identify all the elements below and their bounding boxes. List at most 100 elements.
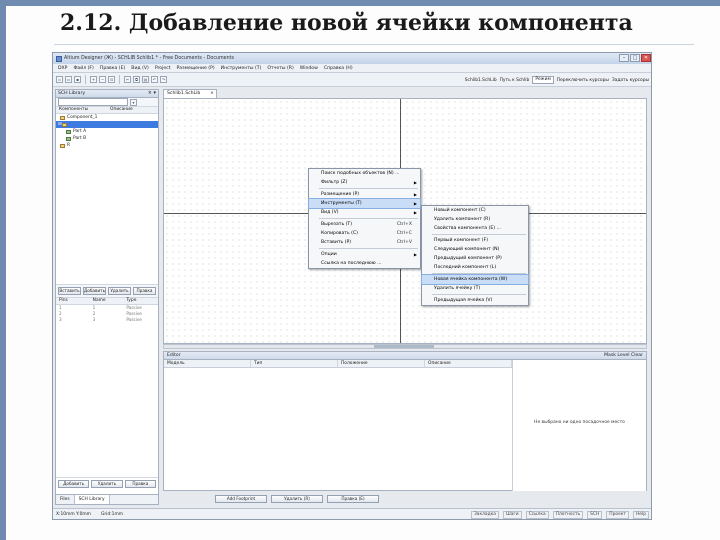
- tab-files[interactable]: Files: [56, 495, 75, 504]
- filter-dropdown-icon[interactable]: ▾: [130, 98, 137, 106]
- close-window-button[interactable]: ✕: [641, 54, 651, 62]
- menu-separator: [432, 234, 526, 235]
- context-menu-item-label: Копировать (C): [321, 231, 358, 236]
- submenu-item[interactable]: Последний компонент (L): [422, 263, 528, 272]
- horizontal-scrollbar[interactable]: [163, 344, 647, 349]
- document-tab[interactable]: Schlib1.SchLib ×: [163, 89, 217, 98]
- mask-level-button[interactable]: Mask Level: [604, 353, 629, 358]
- save-icon[interactable]: ▪: [74, 76, 81, 83]
- context-menu-item[interactable]: Вид (V) ▶: [309, 208, 420, 217]
- submenu-item[interactable]: Удалить компонент (R): [422, 215, 528, 224]
- add-pin-button[interactable]: Добавить: [58, 480, 90, 488]
- context-menu-item[interactable]: Инструменты (T) ▶: [308, 198, 421, 209]
- submenu-item-label: Последний компонент (L): [434, 265, 497, 270]
- clear-button[interactable]: Clear: [631, 353, 643, 358]
- context-menu-item-label: Вид (V): [321, 210, 339, 215]
- app-logo-icon: [56, 55, 62, 62]
- panel-header: SCH Library × ▾: [56, 90, 158, 98]
- context-menu-item[interactable]: Поиск подобных объектов (N) ...: [309, 169, 420, 178]
- column-description[interactable]: Описание: [107, 107, 158, 113]
- column-model-type[interactable]: Тип: [251, 360, 338, 367]
- delete-component-button[interactable]: Удалить: [108, 287, 131, 295]
- submenu-item[interactable]: Новая ячейка компонента (W): [421, 274, 529, 285]
- submenu-item[interactable]: Свойства компонента (E) ...: [422, 224, 528, 233]
- undo-icon[interactable]: ↶: [151, 76, 158, 83]
- maximize-button[interactable]: □: [630, 54, 640, 62]
- submenu-item[interactable]: Удалить ячейку (T): [422, 284, 528, 293]
- copy-icon[interactable]: ⧉: [133, 76, 140, 83]
- add-component-button[interactable]: Добавить: [83, 287, 106, 295]
- edit-pin-button[interactable]: Правка: [124, 480, 156, 488]
- context-menu-item[interactable]: Копировать (C) Ctrl+C: [309, 229, 420, 238]
- column-position[interactable]: Положение: [338, 360, 425, 367]
- minimize-button[interactable]: –: [619, 54, 629, 62]
- editor-header: Editor Mask Level Clear: [164, 352, 646, 360]
- menu-file[interactable]: Файл (F): [70, 66, 96, 71]
- context-menu-item[interactable]: Размещение (P) ▶: [309, 190, 420, 199]
- zoom-fit-icon[interactable]: ⊡: [108, 76, 115, 83]
- tab-sch-library[interactable]: SCH Library: [74, 495, 110, 504]
- status-sch[interactable]: SCH: [587, 511, 603, 519]
- context-menu-item[interactable]: Фильтр (Z) ▶: [309, 178, 420, 187]
- menu-window[interactable]: Window: [297, 66, 321, 71]
- new-document-icon[interactable]: ▫: [56, 76, 63, 83]
- submenu-item[interactable]: Предыдущий компонент (P): [422, 254, 528, 263]
- menu-reports[interactable]: Отчеты (R): [264, 66, 296, 71]
- column-model[interactable]: Модель: [164, 360, 251, 367]
- status-density[interactable]: Плотность: [552, 511, 584, 519]
- zoom-out-icon[interactable]: −: [99, 76, 106, 83]
- submenu-item[interactable]: Следующий компонент (N): [422, 245, 528, 254]
- context-menu-item[interactable]: Ссылка на последнюю ...: [309, 259, 420, 268]
- tree-item[interactable]: Part A: [56, 128, 158, 135]
- menu-edit[interactable]: Правка (E): [97, 66, 128, 71]
- menu-help[interactable]: Справка (H): [321, 66, 356, 71]
- library-path-label: Schlib1.SchLib: [464, 77, 497, 83]
- edit-model-button[interactable]: Правка (E): [327, 495, 379, 503]
- status-help[interactable]: Help: [632, 511, 649, 519]
- delete-pin-button[interactable]: Удалить: [91, 480, 123, 488]
- open-folder-icon[interactable]: ▭: [65, 76, 72, 83]
- menu-dxp[interactable]: DXP: [55, 66, 70, 71]
- close-tab-icon[interactable]: ×: [210, 90, 214, 98]
- zoom-in-icon[interactable]: +: [90, 76, 97, 83]
- submenu-item-label: Следующий компонент (N): [434, 247, 500, 252]
- column-components[interactable]: Компоненты: [56, 107, 107, 113]
- status-project[interactable]: Проект: [606, 511, 629, 519]
- switch-cursor-button[interactable]: Переключить курсоры: [557, 78, 609, 83]
- tree-item[interactable]: R: [56, 142, 158, 149]
- menu-tools[interactable]: Инструменты (T): [218, 66, 265, 71]
- panel-close-icon[interactable]: × ▾: [148, 90, 156, 96]
- menu-project[interactable]: Project: [152, 66, 174, 71]
- redo-icon[interactable]: ↷: [160, 76, 167, 83]
- menu-view[interactable]: Вид (V): [128, 66, 152, 71]
- column-pins[interactable]: Pins: [56, 298, 90, 304]
- paste-icon[interactable]: ▤: [142, 76, 149, 83]
- mode-combo[interactable]: Режим: [532, 76, 554, 84]
- context-menu-item[interactable]: Вставить (P) Ctrl+V: [309, 238, 420, 247]
- tree-item[interactable]: Part B: [56, 135, 158, 142]
- remove-model-button[interactable]: Удалить (R): [271, 495, 323, 503]
- set-cursor-button[interactable]: Задать курсоры: [612, 78, 649, 83]
- column-name[interactable]: Name: [90, 298, 124, 304]
- submenu-item[interactable]: Предыдущая ячейка (V): [422, 296, 528, 305]
- context-menu-item[interactable]: Вырезать (T) Ctrl+X: [309, 220, 420, 229]
- add-footprint-button[interactable]: Add Footprint: [215, 495, 267, 503]
- library-filter-input[interactable]: [58, 98, 128, 106]
- column-type[interactable]: Type: [123, 298, 157, 304]
- pin-row[interactable]: 3 3 Passive: [56, 317, 158, 323]
- status-steps[interactable]: Шаги: [503, 511, 522, 519]
- column-model-description[interactable]: Описание: [425, 360, 512, 367]
- tree-item[interactable]: Component_1: [56, 114, 158, 121]
- place-button[interactable]: Вставить: [58, 287, 81, 295]
- status-link[interactable]: Ссылка: [525, 511, 549, 519]
- edit-component-button[interactable]: Правка: [133, 287, 156, 295]
- scrollbar-thumb[interactable]: [374, 345, 434, 348]
- cut-icon[interactable]: ✂: [124, 76, 131, 83]
- menu-place[interactable]: Размещение (P): [174, 66, 218, 71]
- status-bookmarks[interactable]: Закладка: [470, 511, 500, 519]
- document-tab-label: Schlib1.SchLib: [167, 91, 201, 96]
- tree-item-selected[interactable]: ⊟: [56, 121, 158, 128]
- submenu-item[interactable]: Первый компонент (F): [422, 236, 528, 245]
- submenu-item[interactable]: Новый компонент (C): [422, 206, 528, 215]
- context-menu-item[interactable]: Опции ▶: [309, 250, 420, 259]
